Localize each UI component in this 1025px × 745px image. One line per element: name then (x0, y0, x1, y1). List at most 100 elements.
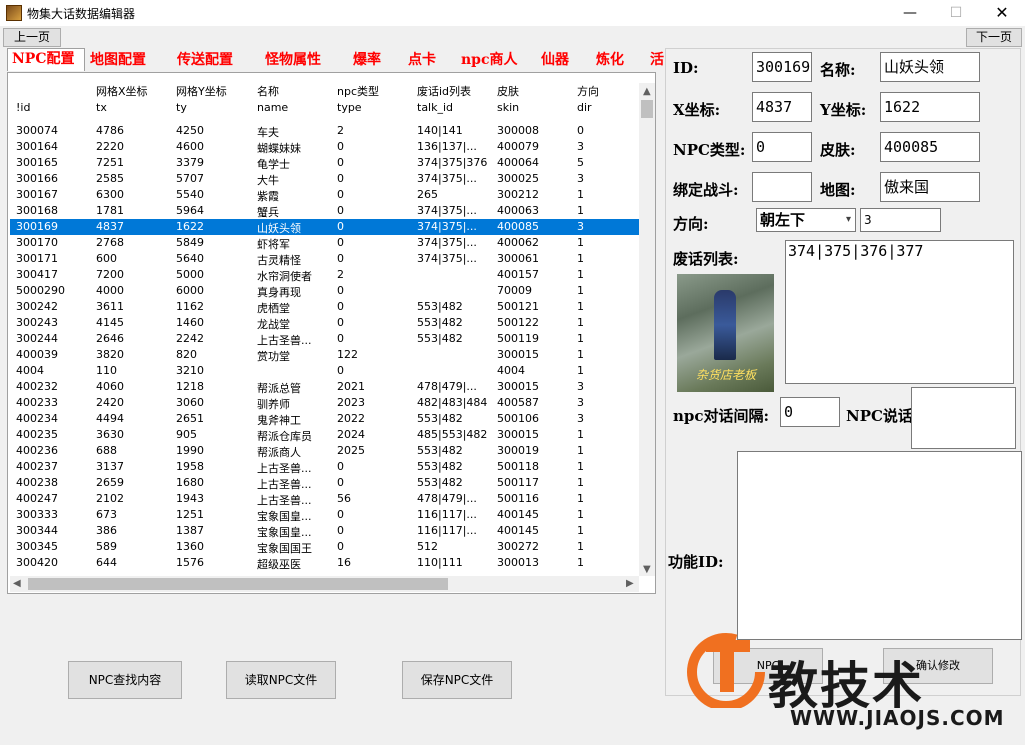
list-cell: 478|479|... (417, 492, 477, 505)
list-item[interactable]: 4004 110 3210 0 4004 1 (10, 363, 639, 379)
list-cell: 386 (96, 524, 117, 537)
tab-npc-merchant[interactable]: npc商人 (457, 50, 518, 71)
scroll-down-icon[interactable]: ▼ (643, 564, 651, 575)
skin-field[interactable]: 400085 (880, 132, 980, 162)
map-field[interactable]: 傲来国 (880, 172, 980, 202)
list-item[interactable]: 400247 2102 1943 上古圣兽... 56 478|479|... 500116… (10, 491, 639, 507)
interval-field[interactable]: 0 (780, 397, 840, 427)
name-field[interactable]: 山妖头领 (880, 52, 980, 82)
minimize-button[interactable]: — (887, 0, 933, 26)
list-cell: 上古圣兽... (257, 334, 312, 347)
list-item[interactable]: 400235 3630 905 帮派仓库员 2024 485|553|482 300015 1 (10, 427, 639, 443)
list-item[interactable]: 400237 3137 1958 上古圣兽... 0 553|482 500118 1 (10, 459, 639, 475)
column-header[interactable]: 废话id列表 (417, 83, 495, 99)
close-button[interactable]: ✕ (979, 0, 1025, 26)
list-item[interactable]: 300171 600 5640 古灵精怪 0 374|375|... 300061 1 (10, 251, 639, 267)
list-cell: 400238 (16, 476, 58, 489)
list-item[interactable]: 300242 3611 1162 虎栖堂 0 553|482 500121 1 (10, 299, 639, 315)
function-id-field[interactable] (737, 451, 1022, 640)
list-item[interactable]: 300165 7251 3379 龟学士 0 374|375|376 400064 5 (10, 155, 639, 171)
tab-teleport-config[interactable]: 传送配置 (173, 50, 233, 71)
npc-find-button[interactable]: NPC查找内容 (68, 661, 182, 699)
tab-monster-attributes[interactable]: 怪物属性 (261, 50, 321, 71)
next-page-button[interactable]: 下一页 (966, 28, 1022, 47)
list-cell: 1251 (176, 508, 204, 521)
list-cell: 374|375|... (417, 204, 477, 217)
list-item[interactable]: 400234 4494 2651 鬼斧神工 2022 553|482 500106 3 (10, 411, 639, 427)
field-name-cell: talk_id (417, 101, 454, 114)
tab-artifact[interactable]: 仙器 (537, 50, 569, 71)
column-header[interactable]: 网格X坐标 (96, 83, 174, 99)
npc-type-field[interactable]: 0 (752, 132, 812, 162)
list-item[interactable]: 400238 2659 1680 上古圣兽... 0 553|482 500117 1 (10, 475, 639, 491)
list-cell: 1460 (176, 316, 204, 329)
list-item[interactable]: 300244 2646 2242 上古圣兽... 0 553|482 500119 1 (10, 331, 639, 347)
list-item[interactable]: 300345 589 1360 宝象国国王 0 512 300272 1 (10, 539, 639, 555)
list-cell: 1 (577, 508, 584, 521)
prev-page-button[interactable]: 上一页 (3, 28, 61, 47)
list-cell: 蝴蝶妹妹 (257, 142, 301, 155)
column-header[interactable]: 网格Y坐标 (176, 83, 254, 99)
list-cell: 2220 (96, 140, 124, 153)
battle-field[interactable] (752, 172, 812, 202)
list-item[interactable]: 400236 688 1990 帮派商人 2025 553|482 300019 1 (10, 443, 639, 459)
column-header[interactable]: npc类型 (337, 83, 415, 99)
list-item[interactable]: 300166 2585 5707 大牛 0 374|375|... 300025 3 (10, 171, 639, 187)
list-cell: 3060 (176, 396, 204, 409)
list-item[interactable]: 300074 4786 4250 车夫 2 140|141 300008 0 (10, 123, 639, 139)
list-item[interactable]: 300344 386 1387 宝象国皇... 0 116|117|... 400145 1 (10, 523, 639, 539)
tab-drop-rate[interactable]: 爆率 (349, 50, 381, 71)
list-cell: 136|137|... (417, 140, 477, 153)
list-cell: 0 (337, 140, 344, 153)
list-item[interactable]: 5000290 4000 6000 真身再现 0 70009 1 (10, 283, 639, 299)
scroll-right-icon[interactable]: ▶ (626, 578, 634, 589)
list-item-selected[interactable]: 300169 4837 1622 山妖头领 0 374|375|... 400085 3 (10, 219, 639, 235)
list-item[interactable]: 300170 2768 5849 虾将军 0 374|375|... 400062 1 (10, 235, 639, 251)
list-item[interactable]: 300168 1781 5964 蟹兵 0 374|375|... 400063 1 (10, 203, 639, 219)
tab-activity[interactable]: 活 (646, 50, 664, 71)
list-cell: 0 (337, 460, 344, 473)
direction-value-field[interactable]: 3 (860, 208, 941, 232)
list-item[interactable]: 300420 644 1576 超级巫医 16 110|111 300013 1 (10, 555, 639, 571)
save-npc-file-button[interactable]: 保存NPC文件 (402, 661, 512, 699)
tab-refine[interactable]: 炼化 (592, 50, 624, 71)
column-header[interactable]: 名称 (257, 83, 335, 99)
list-cell: 0 (337, 172, 344, 185)
maximize-button[interactable]: ☐ (933, 0, 979, 26)
list-cell: 1 (577, 428, 584, 441)
tab-point-card[interactable]: 点卡 (404, 50, 436, 71)
horizontal-scroll-thumb[interactable] (28, 578, 448, 590)
list-cell: 300164 (16, 140, 58, 153)
tab-npc-config[interactable]: NPC配置 (7, 48, 85, 71)
list-item[interactable]: 300167 6300 5540 紫霞 0 265 300212 1 (10, 187, 639, 203)
list-item[interactable]: 400232 4060 1218 帮派总管 2021 478|479|... 300015 3 (10, 379, 639, 395)
list-cell: 500119 (497, 332, 539, 345)
x-field[interactable]: 4837 (752, 92, 812, 122)
scroll-left-icon[interactable]: ◀ (13, 578, 21, 589)
direction-select[interactable]: 朝左下 ▾ (756, 208, 856, 232)
scroll-up-icon[interactable]: ▲ (643, 86, 651, 97)
column-header[interactable]: 方向 (577, 83, 637, 99)
list-cell: 0 (337, 220, 344, 233)
list-item[interactable]: 300164 2220 4600 蝴蝶妹妹 0 136|137|... 400079 3 (10, 139, 639, 155)
vertical-scrollbar[interactable] (639, 83, 655, 576)
field-name-cell: name (257, 101, 289, 114)
npc-list[interactable]: 网格X坐标 网格Y坐标 名称 npc类型 废话id列表 皮肤 方向 !id tx ty name t… (10, 83, 639, 577)
list-item[interactable]: 300243 4145 1460 龙战堂 0 553|482 500122 1 (10, 315, 639, 331)
column-header[interactable]: 皮肤 (497, 83, 575, 99)
list-cell: 4000 (96, 284, 124, 297)
list-item[interactable]: 300333 673 1251 宝象国皇... 0 116|117|... 400145 1 (10, 507, 639, 523)
list-cell: 1576 (176, 556, 204, 569)
list-item[interactable]: 400039 3820 820 赏功堂 122 300015 1 (10, 347, 639, 363)
y-field[interactable]: 1622 (880, 92, 980, 122)
talk-list-field[interactable]: 374|375|376|377 (785, 240, 1014, 384)
list-cell: 2102 (96, 492, 124, 505)
list-item[interactable]: 400233 2420 3060 驯养师 2023 482|483|484 400587 3 (10, 395, 639, 411)
tab-map-config[interactable]: 地图配置 (86, 50, 146, 71)
list-cell: 4250 (176, 124, 204, 137)
list-item[interactable]: 300417 7200 5000 水帘洞使者 2 400157 1 (10, 267, 639, 283)
vertical-scroll-thumb[interactable] (641, 100, 653, 118)
read-npc-file-button[interactable]: 读取NPC文件 (226, 661, 336, 699)
npc-speak-field[interactable] (911, 387, 1016, 449)
id-field[interactable]: 300169 (752, 52, 812, 82)
